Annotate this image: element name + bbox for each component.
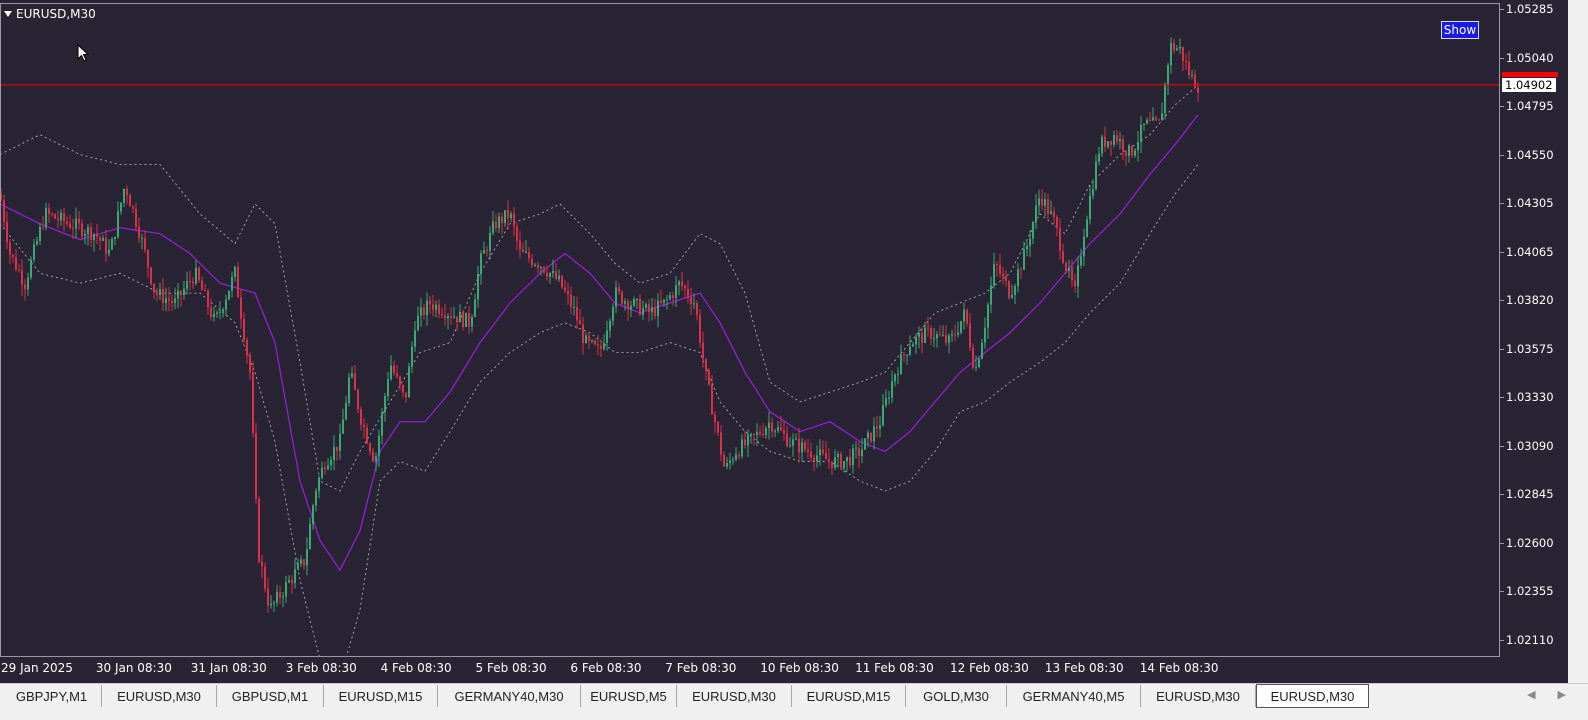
tab-eurusd-m15[interactable]: EURUSD,M15 bbox=[792, 685, 906, 707]
price-label: 1.04795 bbox=[1506, 99, 1554, 113]
current-price-marker bbox=[1502, 72, 1558, 77]
show-button[interactable]: Show bbox=[1441, 21, 1479, 39]
tab-scroll-left-icon[interactable]: ◀ bbox=[1527, 688, 1535, 701]
chart-window[interactable]: EURUSD,M30 Show 1.05285 1.05040 1.04795 1.0… bbox=[0, 0, 1568, 683]
tab-eurusd-m5[interactable]: EURUSD,M5 bbox=[581, 685, 677, 707]
price-tick bbox=[1500, 106, 1504, 107]
tab-germany40-m5[interactable]: GERMANY40,M5 bbox=[1007, 685, 1141, 707]
time-label: 6 Feb 08:30 bbox=[570, 661, 642, 675]
price-label: 1.05285 bbox=[1506, 2, 1554, 16]
tab-germany40-m30[interactable]: GERMANY40,M30 bbox=[438, 685, 581, 707]
price-tick bbox=[1500, 348, 1504, 350]
chart-tab-bar: GBPJPY,M1 EURUSD,M30 GBPUSD,M1 EURUSD,M15 GE… bbox=[0, 683, 1588, 709]
price-tick bbox=[1500, 445, 1504, 447]
dropdown-triangle-icon[interactable] bbox=[4, 11, 12, 17]
time-axis[interactable]: 29 Jan 2025 30 Jan 08:30 31 Jan 08:30 3 Feb… bbox=[0, 657, 1500, 681]
price-label: 1.04305 bbox=[1506, 196, 1554, 210]
tab-eurusd-m30[interactable]: EURUSD,M30 bbox=[1141, 685, 1256, 707]
current-price-label: 1.04902 bbox=[1502, 78, 1556, 92]
time-label: 13 Feb 08:30 bbox=[1044, 661, 1124, 675]
chart-symbol-label: EURUSD,M30 bbox=[16, 7, 96, 21]
tab-eurusd-m30[interactable]: EURUSD,M30 bbox=[677, 685, 792, 707]
tab-gbpusd-m1[interactable]: GBPUSD,M1 bbox=[217, 685, 324, 707]
tab-eurusd-m30[interactable]: EURUSD,M30 bbox=[1256, 684, 1369, 708]
price-label: 1.02845 bbox=[1506, 487, 1554, 501]
price-tick bbox=[1500, 57, 1504, 59]
price-axis[interactable]: 1.05285 1.05040 1.04795 1.04550 1.04305 1.040… bbox=[1500, 0, 1568, 657]
chart-frame bbox=[0, 3, 1500, 657]
price-tick bbox=[1500, 494, 1504, 495]
price-label: 1.04065 bbox=[1506, 244, 1554, 259]
price-tick bbox=[1500, 251, 1504, 253]
tab-scroll-right-icon[interactable]: ▶ bbox=[1558, 688, 1566, 701]
price-tick bbox=[1500, 9, 1504, 10]
scrollbar-strip bbox=[1568, 0, 1588, 683]
price-label: 1.04550 bbox=[1506, 147, 1554, 162]
price-label: 1.03820 bbox=[1506, 293, 1554, 307]
time-label: 31 Jan 08:30 bbox=[190, 661, 267, 675]
mouse-cursor-icon bbox=[77, 44, 89, 62]
tab-gold-m30[interactable]: GOLD,M30 bbox=[906, 685, 1007, 707]
time-label: 10 Feb 08:30 bbox=[760, 661, 839, 675]
price-tick bbox=[1500, 542, 1504, 544]
tab-eurusd-m30[interactable]: EURUSD,M30 bbox=[102, 685, 217, 707]
time-label: 4 Feb 08:30 bbox=[380, 661, 452, 675]
price-tick bbox=[1500, 203, 1504, 204]
price-tick bbox=[1500, 300, 1504, 301]
time-label: 29 Jan 2025 bbox=[1, 661, 73, 675]
price-label: 1.02600 bbox=[1506, 535, 1554, 550]
price-label: 1.02110 bbox=[1506, 632, 1554, 647]
price-tick bbox=[1500, 591, 1504, 592]
price-tick bbox=[1500, 397, 1504, 398]
chart-title[interactable]: EURUSD,M30 bbox=[4, 7, 96, 21]
time-label: 7 Feb 08:30 bbox=[665, 661, 737, 675]
time-label: 12 Feb 08:30 bbox=[950, 661, 1029, 675]
time-label: 11 Feb 08:30 bbox=[855, 661, 934, 675]
time-label: 3 Feb 08:30 bbox=[285, 661, 357, 675]
price-label: 1.03330 bbox=[1506, 390, 1554, 404]
price-tick bbox=[1500, 639, 1504, 641]
price-label: 1.03090 bbox=[1506, 438, 1554, 453]
tab-eurusd-m15[interactable]: EURUSD,M15 bbox=[324, 685, 438, 707]
price-label: 1.05040 bbox=[1506, 50, 1554, 65]
price-label: 1.03575 bbox=[1506, 341, 1554, 356]
price-label: 1.02355 bbox=[1506, 584, 1554, 598]
tab-navigation: ◀ ▶ bbox=[1527, 688, 1566, 701]
time-label: 14 Feb 08:30 bbox=[1139, 661, 1219, 675]
time-label: 30 Jan 08:30 bbox=[95, 661, 172, 675]
tab-gbpjpy-m1[interactable]: GBPJPY,M1 bbox=[2, 685, 102, 707]
price-tick bbox=[1500, 154, 1504, 156]
time-label: 5 Feb 08:30 bbox=[475, 661, 547, 675]
